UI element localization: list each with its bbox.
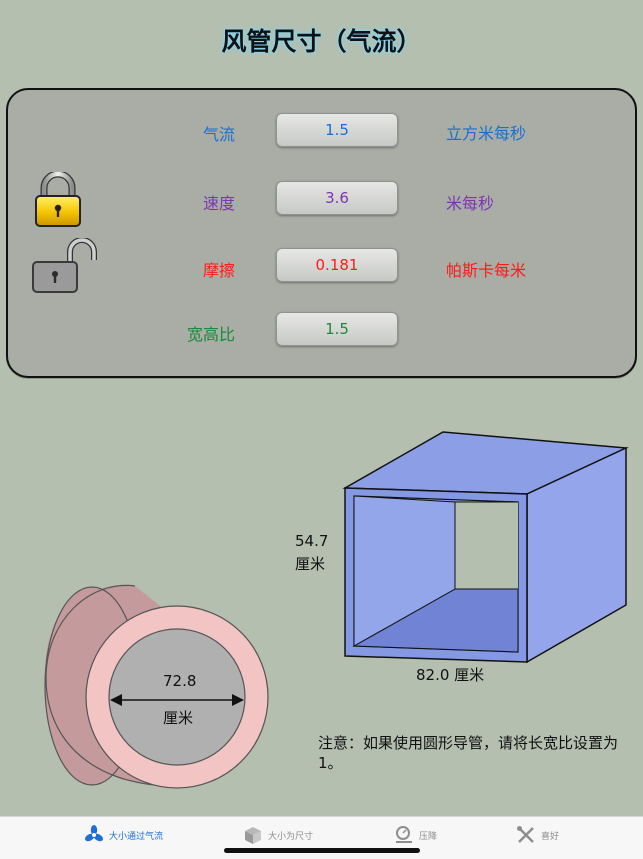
tab-pressure-drop[interactable]: 压降 [394,823,437,847]
fan-icon [85,825,103,842]
tab-size-by-airflow[interactable]: 大小通过气流 [84,823,163,847]
rect-width-label: 82.0 厘米 [416,666,485,684]
tab-size-by-airflow-label: 大小通过气流 [109,831,164,842]
tab-preferences[interactable]: 喜好 [516,823,559,847]
rect-height-value: 54.7 [295,532,329,550]
tab-pressure-drop-label: 压降 [419,831,438,842]
tab-preferences-label: 喜好 [541,831,560,842]
home-indicator [224,848,420,853]
tab-size-by-dimension[interactable]: 大小为尺寸 [243,823,313,847]
tab-size-by-dimension-label: 大小为尺寸 [268,831,314,842]
round-diameter-value: 72.8 [163,672,197,690]
rectangular-duct-graphic [342,431,629,664]
box-icon [245,827,261,844]
round-diameter-unit: 厘米 [163,709,194,727]
tools-icon [517,826,534,843]
aspect-ratio-note: 注意：如果使用圆形导管，请将长宽比设置为1。 [318,734,619,772]
pressure-gauge-icon [396,826,412,843]
round-duct-graphic [44,584,269,789]
duct-diagrams [44,431,629,789]
rect-height-unit: 厘米 [295,555,326,573]
